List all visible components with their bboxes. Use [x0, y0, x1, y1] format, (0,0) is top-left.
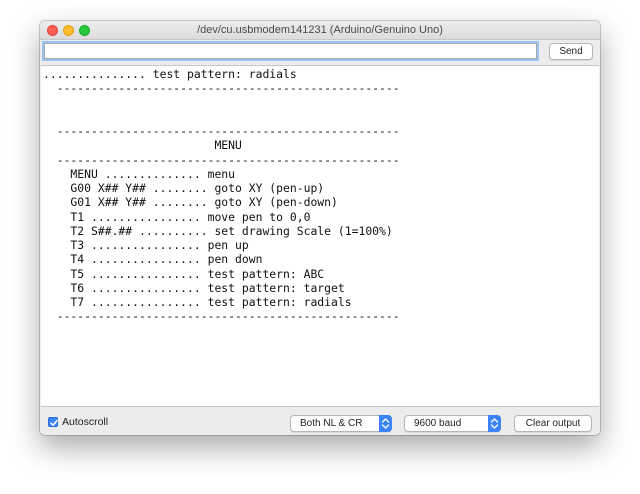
output-line: T5 ................ test pattern: ABC [43, 266, 325, 281]
baud-rate-select[interactable]: 9600 baud [404, 415, 501, 432]
autoscroll-label: Autoscroll [62, 416, 109, 428]
output-line: MENU [43, 138, 242, 153]
serial-monitor-window: /dev/cu.usbmodem141231 (Arduino/Genuino … [40, 21, 600, 435]
output-line: T6 ................ test pattern: target [43, 280, 345, 295]
output-line: T1 ................ move pen to 0,0 [43, 209, 311, 224]
line-ending-select[interactable]: Both NL & CR [290, 415, 392, 432]
output-line: T7 ................ test pattern: radial… [43, 295, 352, 309]
baud-rate-value: 9600 baud [414, 418, 462, 429]
line-ending-stepper[interactable] [379, 415, 392, 432]
checkmark-icon [50, 419, 58, 426]
output-line: T2 S##.## .......... set drawing Scale (… [43, 223, 393, 238]
output-line: ----------------------------------------… [43, 124, 400, 138]
clear-output-button[interactable]: Clear output [514, 415, 592, 432]
send-toolbar: Send [40, 40, 600, 64]
output-line: G01 X## Y## ........ goto XY (pen-down) [43, 195, 338, 210]
window-title: /dev/cu.usbmodem141231 (Arduino/Genuino … [197, 24, 443, 36]
serial-command-input[interactable] [44, 43, 537, 59]
output-line: ............... test pattern: radials [43, 67, 297, 81]
line-ending-value: Both NL & CR [300, 418, 363, 429]
status-bar: Autoscroll Both NL & CR 9600 baud Clear … [40, 408, 600, 435]
send-button[interactable]: Send [549, 43, 593, 60]
output-line: T4 ................ pen down [43, 252, 263, 267]
serial-output-area[interactable]: ............... test pattern: radials --… [41, 65, 599, 407]
baud-rate-stepper[interactable] [488, 415, 501, 432]
output-line: MENU .............. menu [43, 166, 236, 181]
stepper-arrows-icon [381, 418, 390, 429]
title-bar: /dev/cu.usbmodem141231 (Arduino/Genuino … [40, 21, 600, 40]
autoscroll-checkbox[interactable] [48, 417, 58, 427]
output-line: ----------------------------------------… [43, 81, 400, 96]
output-line: ----------------------------------------… [43, 309, 400, 324]
output-line: G00 X## Y## ........ goto XY (pen-up) [43, 181, 325, 195]
stepper-arrows-icon [490, 418, 499, 429]
output-line: ----------------------------------------… [43, 152, 400, 167]
output-line: T3 ................ pen up [43, 238, 249, 252]
